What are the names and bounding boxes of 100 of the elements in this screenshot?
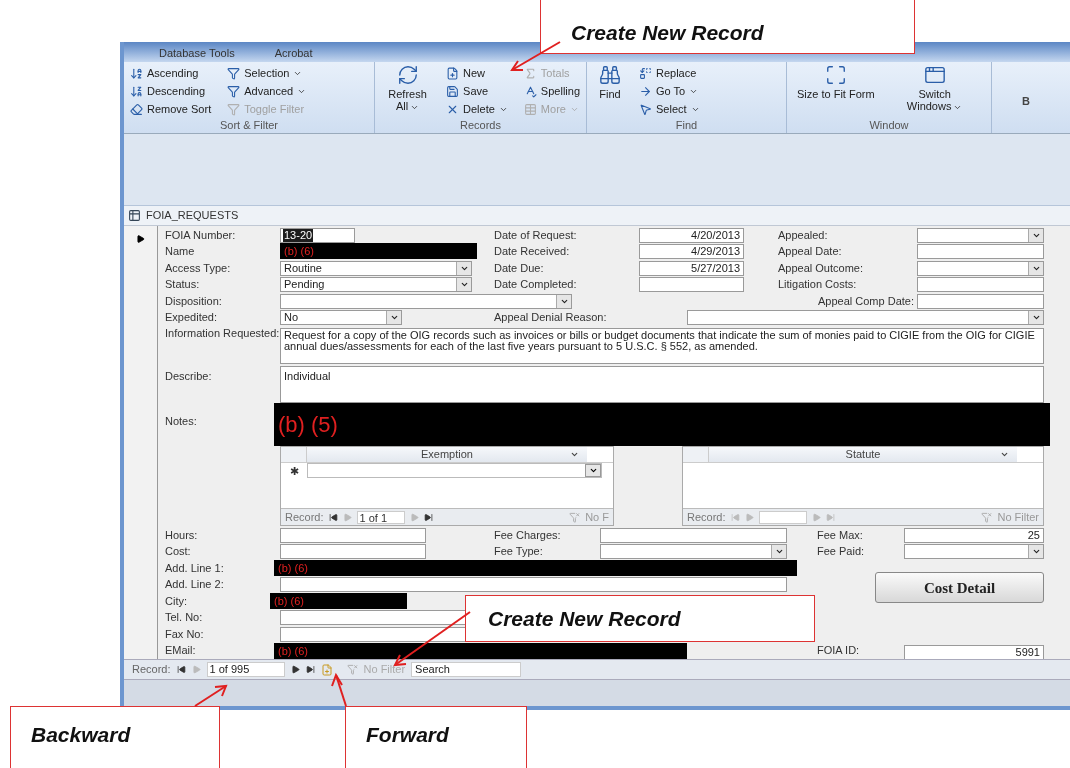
previous-record-icon[interactable] bbox=[342, 512, 352, 522]
input-field[interactable]: 25 bbox=[904, 527, 1044, 543]
combo-box[interactable] bbox=[687, 310, 1044, 326]
combo-box[interactable] bbox=[600, 544, 787, 560]
field-label: Add. Line 2: bbox=[165, 578, 225, 592]
ribbon-button[interactable]: Replace bbox=[639, 64, 700, 82]
dropdown-button[interactable] bbox=[456, 261, 471, 275]
ribbon-button[interactable]: Spelling bbox=[523, 82, 580, 100]
ribbon-button[interactable]: Selection bbox=[227, 64, 307, 82]
ribbon-button[interactable]: Descending bbox=[130, 82, 212, 100]
combo-box[interactable]: Pending bbox=[280, 277, 472, 293]
input-field[interactable] bbox=[280, 544, 426, 560]
field-label: Add. Line 1: bbox=[165, 561, 225, 575]
field-label: Fee Charges: bbox=[494, 528, 562, 542]
input-field[interactable] bbox=[639, 277, 744, 293]
last-record-icon[interactable] bbox=[305, 665, 315, 674]
combo-box[interactable] bbox=[904, 544, 1044, 560]
dropdown-button[interactable] bbox=[1028, 311, 1043, 325]
memo-field[interactable]: Individual bbox=[280, 366, 1044, 403]
next-record-icon[interactable] bbox=[290, 665, 300, 674]
input-field[interactable] bbox=[280, 527, 426, 543]
dropdown-button[interactable] bbox=[456, 278, 471, 292]
column-header[interactable]: Exemption bbox=[307, 447, 587, 462]
field-label: Notes: bbox=[165, 414, 198, 429]
record-position-field[interactable] bbox=[758, 510, 807, 524]
callout-box: Backward bbox=[10, 706, 220, 768]
new-record-icon[interactable] bbox=[320, 663, 333, 676]
form-icon bbox=[128, 209, 141, 222]
record-position-field[interactable]: 1 of 995 bbox=[206, 662, 285, 677]
first-record-icon[interactable] bbox=[328, 512, 338, 522]
sort-descending-icon bbox=[130, 84, 143, 98]
new-document-icon bbox=[446, 66, 460, 80]
input-field[interactable]: 5991 bbox=[904, 644, 1044, 660]
input-field[interactable]: 5/27/2013 bbox=[639, 260, 744, 276]
field-label: Cost: bbox=[165, 545, 192, 559]
dropdown-button[interactable] bbox=[1028, 228, 1043, 242]
filter-icon bbox=[227, 84, 241, 98]
input-field[interactable] bbox=[600, 527, 787, 543]
navigation-label: Record: bbox=[132, 662, 171, 678]
ribbon-button[interactable]: Refresh All bbox=[381, 64, 435, 118]
ribbon-button[interactable]: Switch Windows bbox=[890, 64, 979, 118]
ribbon-tab[interactable]: Acrobat bbox=[274, 46, 313, 62]
input-field[interactable] bbox=[280, 577, 787, 593]
record-position-field[interactable]: 1 of 1 bbox=[356, 510, 405, 524]
callout-box: Create New Record bbox=[465, 595, 815, 642]
dropdown-button[interactable] bbox=[585, 464, 601, 477]
combo-box[interactable] bbox=[917, 260, 1044, 276]
field-label: Disposition: bbox=[165, 294, 223, 308]
ribbon-button[interactable]: B bbox=[1022, 94, 1030, 108]
previous-record-icon[interactable] bbox=[191, 665, 201, 674]
ribbon-button[interactable]: Save bbox=[446, 82, 508, 100]
ribbon-tab[interactable]: Database Tools bbox=[159, 46, 235, 62]
callout-box: Forward bbox=[345, 706, 527, 768]
form-title: FOIA_REQUESTS bbox=[146, 208, 239, 224]
ribbon-button[interactable]: Delete bbox=[446, 100, 508, 118]
input-field[interactable] bbox=[280, 610, 467, 626]
first-record-icon[interactable] bbox=[176, 665, 186, 674]
column-header[interactable]: Statute bbox=[709, 447, 1017, 462]
previous-record-icon[interactable] bbox=[744, 512, 754, 522]
ribbon-button[interactable]: Find bbox=[593, 64, 627, 118]
pointer-arrow bbox=[194, 684, 228, 707]
redaction-label: (b) (6) bbox=[274, 594, 304, 609]
ribbon-button[interactable]: Advanced bbox=[227, 82, 307, 100]
select-all-cell[interactable] bbox=[281, 447, 307, 462]
dropdown-button[interactable] bbox=[386, 311, 401, 325]
field-label: Describe: bbox=[165, 369, 213, 384]
combo-box[interactable]: Routine bbox=[280, 260, 472, 276]
input-field[interactable] bbox=[917, 244, 1044, 260]
table-icon bbox=[523, 102, 537, 116]
combo-box[interactable]: No bbox=[280, 310, 402, 326]
ribbon-button[interactable]: Remove Sort bbox=[130, 100, 212, 118]
ribbon-button[interactable]: Select bbox=[639, 100, 700, 118]
input-field[interactable] bbox=[280, 626, 467, 642]
dropdown-button[interactable] bbox=[556, 294, 571, 308]
input-field[interactable]: 13-20 bbox=[280, 227, 355, 243]
ribbon-button[interactable]: Go To bbox=[639, 82, 700, 100]
dropdown-button[interactable] bbox=[1028, 545, 1043, 559]
search-field[interactable]: Search bbox=[411, 662, 522, 677]
ribbon-button[interactable]: Size to Fit Form bbox=[793, 64, 879, 118]
filter-icon bbox=[227, 66, 241, 80]
ribbon-button[interactable]: Ascending bbox=[130, 64, 212, 82]
redaction-label: (b) (5) bbox=[278, 411, 338, 439]
input-field[interactable] bbox=[917, 293, 1044, 309]
dropdown-button[interactable] bbox=[771, 545, 786, 559]
pointer-arrow bbox=[510, 41, 561, 71]
combo-box[interactable] bbox=[280, 293, 572, 309]
filter-icon bbox=[981, 511, 993, 523]
last-record-icon[interactable] bbox=[423, 512, 433, 522]
select-all-cell[interactable] bbox=[683, 447, 709, 462]
combo-box[interactable] bbox=[917, 227, 1044, 243]
input-field[interactable]: 4/20/2013 bbox=[639, 227, 744, 243]
dropdown-button[interactable] bbox=[1028, 261, 1043, 275]
ribbon-button[interactable]: New bbox=[446, 64, 508, 82]
sort-ascending-icon bbox=[130, 66, 143, 80]
input-field[interactable]: 4/29/2013 bbox=[639, 244, 744, 260]
cost-detail-button[interactable]: Cost Detail bbox=[875, 572, 1044, 604]
input-field[interactable] bbox=[917, 277, 1044, 293]
memo-field[interactable]: Request for a copy of the OIG records such as invoices or bills or budget documents that indicate the sum of monies paid to CIGIE from the OIG for CIGIE annual dues/assessments for each of the last five years pursuant to 5 U.S.C. § 552, as amended. bbox=[280, 328, 1044, 364]
current-record-icon bbox=[136, 234, 145, 244]
field-label: Appealed: bbox=[778, 228, 829, 242]
